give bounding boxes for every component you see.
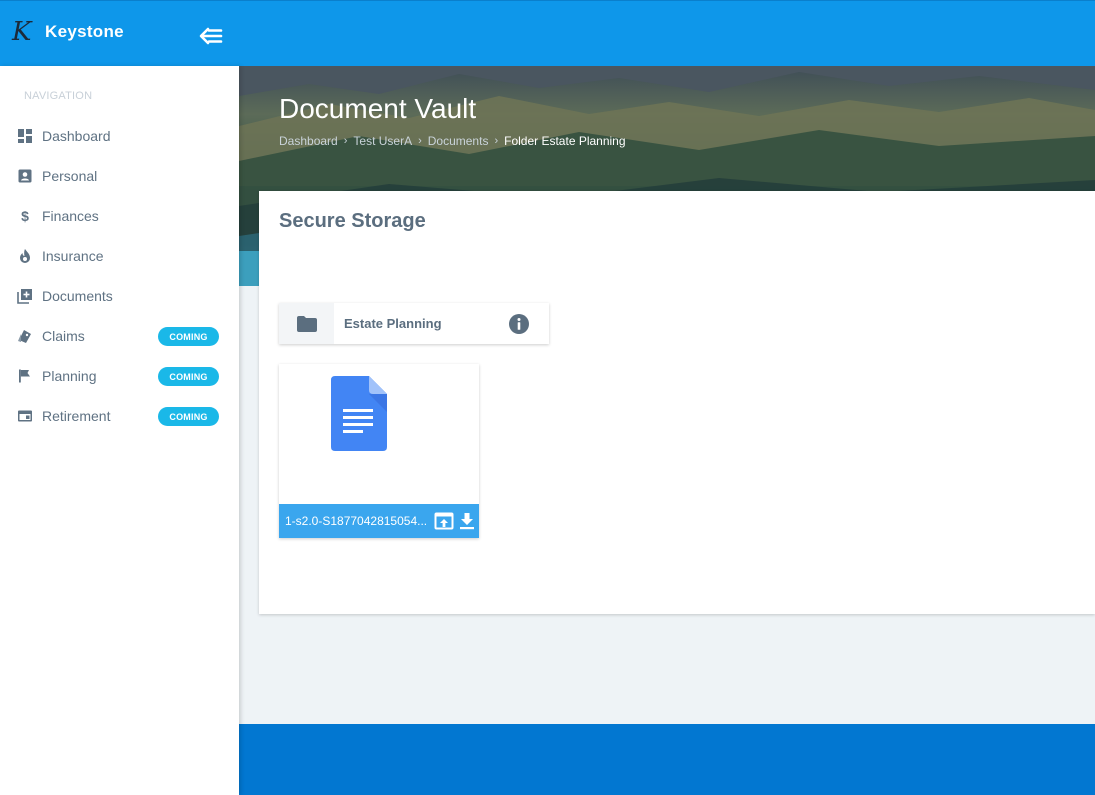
footer bbox=[239, 724, 1095, 795]
brand-logo: K bbox=[12, 17, 32, 47]
sidebar-item-label: Personal bbox=[42, 168, 98, 184]
file-name[interactable]: 1-s2.0-S1877042815054... bbox=[285, 514, 431, 528]
coming-soon-badge: COMING bbox=[158, 367, 219, 386]
chevron-right-icon: › bbox=[343, 135, 348, 147]
coming-soon-badge: COMING bbox=[158, 407, 219, 426]
open-in-new-icon bbox=[434, 512, 454, 530]
flag-icon bbox=[16, 367, 34, 385]
sidebar-item-documents[interactable]: Documents bbox=[0, 276, 239, 316]
info-icon[interactable] bbox=[508, 313, 530, 335]
card-icon bbox=[16, 407, 34, 425]
sidebar-item-finances[interactable]: $ Finances bbox=[0, 196, 239, 236]
coming-soon-badge: COMING bbox=[158, 327, 219, 346]
folder-name: Estate Planning bbox=[344, 316, 442, 331]
sidebar-item-label: Insurance bbox=[42, 248, 104, 264]
contact-card-icon bbox=[16, 167, 34, 185]
sidebar-item-label: Finances bbox=[42, 208, 99, 224]
sidebar-item-label: Documents bbox=[42, 288, 113, 304]
chevron-right-icon: › bbox=[494, 135, 499, 147]
secure-storage-card: Secure Storage Estate Planning 1-s2.0-S1… bbox=[259, 191, 1095, 614]
breadcrumb-dashboard[interactable]: Dashboard bbox=[279, 134, 338, 148]
page-title: Document Vault bbox=[279, 93, 477, 124]
arrow-left-collapse-icon bbox=[199, 27, 223, 45]
breadcrumb-user[interactable]: Test UserA bbox=[353, 134, 412, 148]
folder-icon-container bbox=[279, 303, 334, 344]
breadcrumb-current-folder: Folder Estate Planning bbox=[504, 134, 626, 148]
open-file-button[interactable] bbox=[434, 511, 454, 531]
sidebar: NAVIGATION Dashboard Personal $ Finances… bbox=[0, 66, 239, 795]
sidebar-item-label: Claims bbox=[42, 328, 85, 344]
nav-list: Dashboard Personal $ Finances Insurance … bbox=[0, 116, 239, 436]
sidebar-item-personal[interactable]: Personal bbox=[0, 156, 239, 196]
folder-item[interactable]: Estate Planning bbox=[279, 303, 549, 344]
download-file-button[interactable] bbox=[457, 511, 477, 531]
sidebar-item-label: Planning bbox=[42, 368, 97, 384]
tags-icon bbox=[16, 327, 34, 345]
sidebar-item-claims[interactable]: Claims COMING bbox=[0, 316, 239, 356]
sidebar-item-dashboard[interactable]: Dashboard bbox=[0, 116, 239, 156]
nav-heading: NAVIGATION bbox=[24, 90, 93, 102]
chevron-right-icon: › bbox=[418, 135, 422, 147]
sidebar-item-label: Retirement bbox=[42, 408, 111, 424]
download-icon bbox=[460, 513, 474, 530]
dollar-icon: $ bbox=[21, 208, 29, 224]
breadcrumb: Dashboard › Test UserA › Documents › Fol… bbox=[279, 134, 626, 148]
file-tile[interactable]: 1-s2.0-S1877042815054... bbox=[279, 364, 479, 538]
top-bar: K Keystone bbox=[0, 0, 1095, 66]
brand-name: Keystone bbox=[45, 22, 124, 41]
flame-icon bbox=[16, 247, 34, 265]
sidebar-item-retirement[interactable]: Retirement COMING bbox=[0, 396, 239, 436]
sidebar-item-label: Dashboard bbox=[42, 128, 111, 144]
sidebar-item-planning[interactable]: Planning COMING bbox=[0, 356, 239, 396]
dashboard-icon bbox=[16, 127, 34, 145]
google-doc-icon bbox=[331, 376, 387, 451]
breadcrumb-documents[interactable]: Documents bbox=[428, 134, 489, 148]
sidebar-item-insurance[interactable]: Insurance bbox=[0, 236, 239, 276]
folder-icon bbox=[296, 315, 317, 332]
library-add-icon bbox=[16, 287, 34, 305]
section-title: Secure Storage bbox=[279, 210, 426, 232]
sidebar-collapse-button[interactable] bbox=[199, 26, 223, 46]
file-bar: 1-s2.0-S1877042815054... bbox=[279, 504, 479, 538]
brand[interactable]: K Keystone bbox=[12, 17, 124, 47]
